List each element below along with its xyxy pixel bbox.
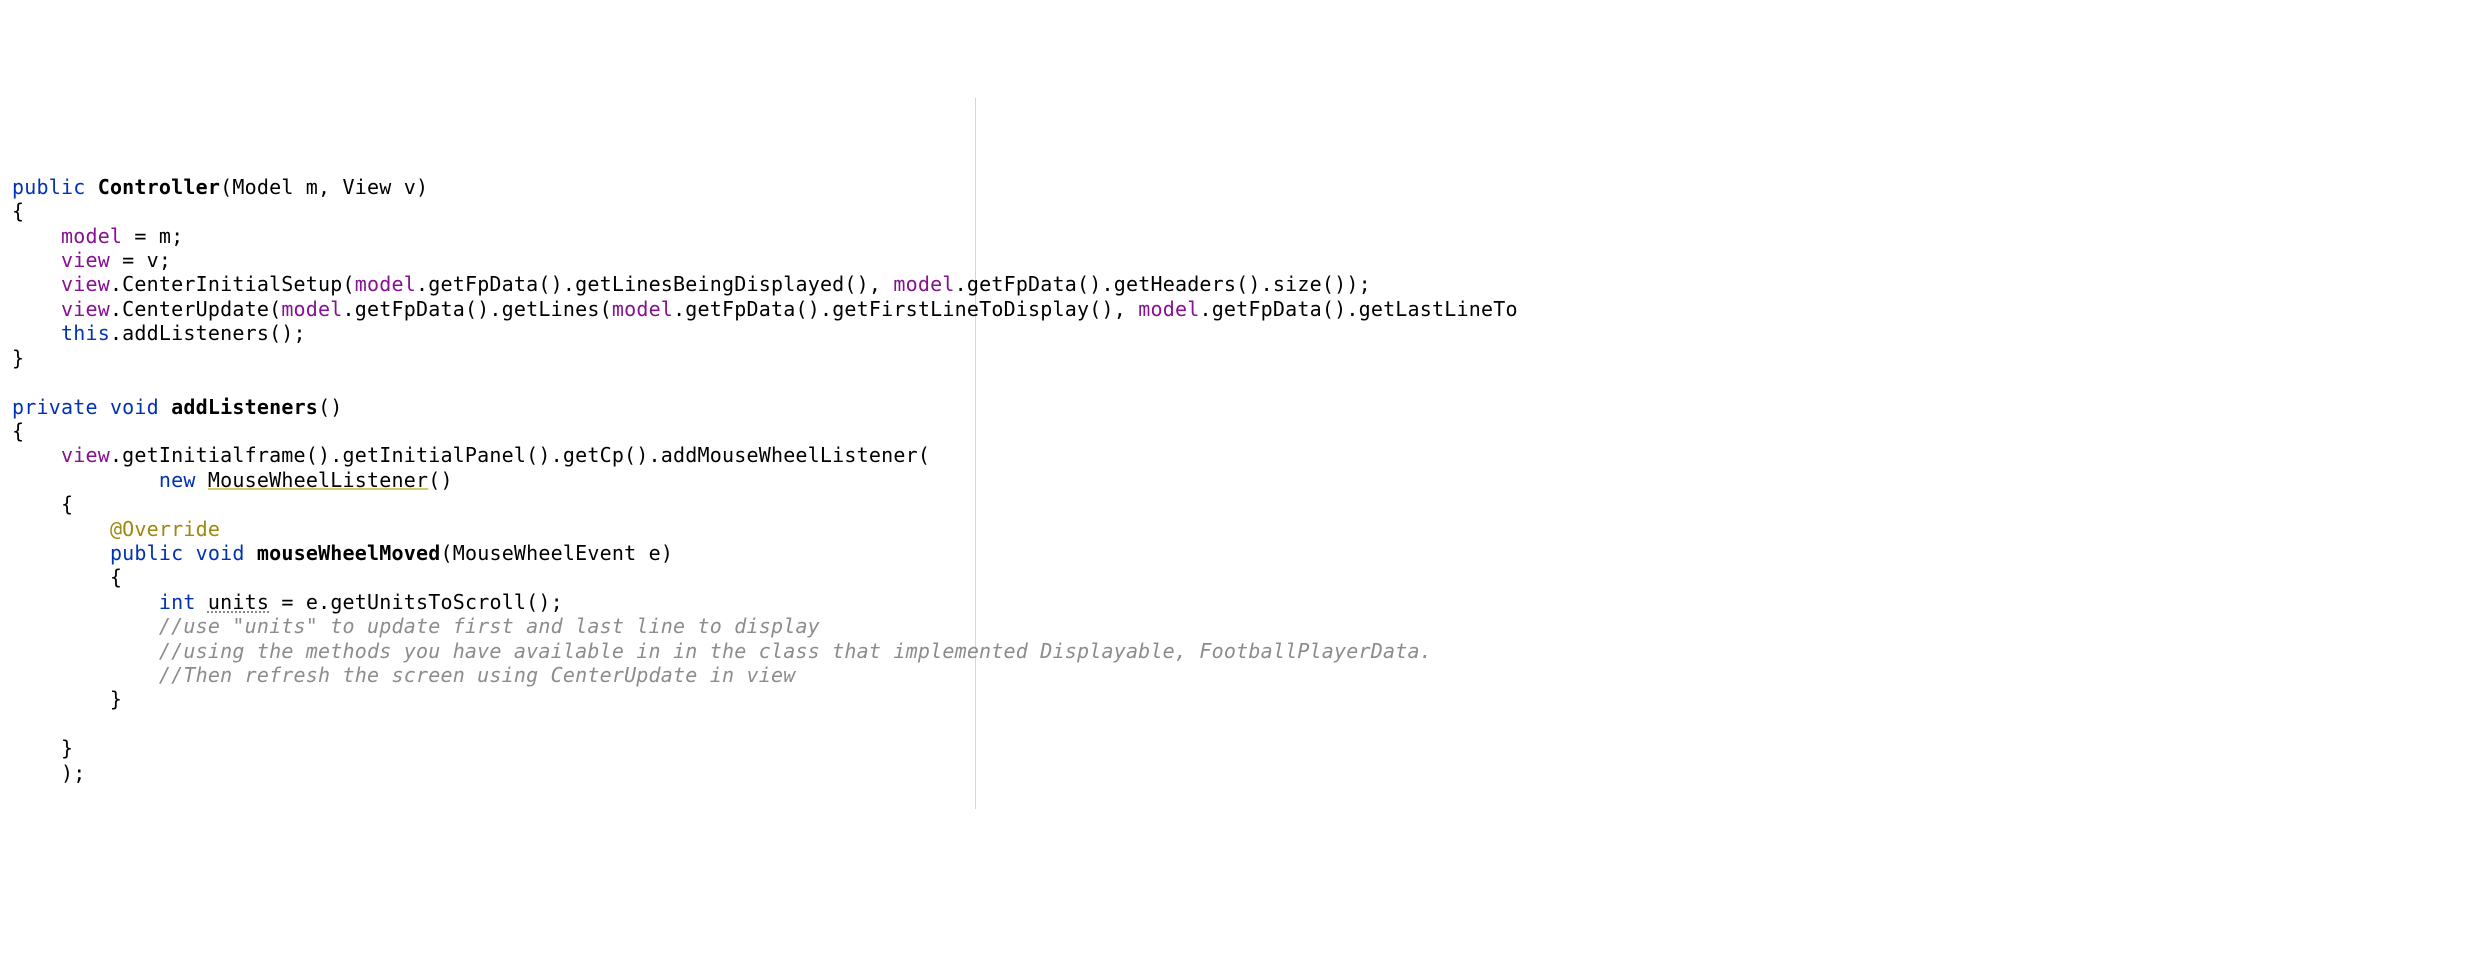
paren-close: ); bbox=[12, 761, 85, 785]
comment: //Then refresh the screen using CenterUp… bbox=[159, 663, 796, 687]
text: .getFpData().getLines( bbox=[343, 297, 612, 321]
field-view: view bbox=[61, 272, 110, 296]
keyword-void: void bbox=[110, 395, 159, 419]
method-name: addListeners bbox=[171, 395, 318, 419]
field-model: model bbox=[893, 272, 954, 296]
method-name: mouseWheelMoved bbox=[257, 541, 441, 565]
keyword-public: public bbox=[110, 541, 183, 565]
text: .getFpData().getLastLineTo bbox=[1199, 297, 1517, 321]
text: .getFpData().getLinesBeingDisplayed(), bbox=[416, 272, 893, 296]
code-editor[interactable]: public Controller(Model m, View v) { mod… bbox=[0, 98, 2472, 810]
text: = e.getUnitsToScroll(); bbox=[269, 590, 563, 614]
brace: } bbox=[12, 687, 122, 711]
keyword-int: int bbox=[159, 590, 196, 614]
field-model: model bbox=[355, 272, 416, 296]
field-view: view bbox=[61, 443, 110, 467]
annotation-override: @Override bbox=[110, 517, 220, 541]
keyword-private: private bbox=[12, 395, 98, 419]
field-view: view bbox=[61, 248, 110, 272]
text: .CenterUpdate( bbox=[110, 297, 281, 321]
text: = v; bbox=[110, 248, 171, 272]
field-model: model bbox=[1138, 297, 1199, 321]
keyword-public: public bbox=[12, 175, 85, 199]
brace: { bbox=[12, 565, 122, 589]
text: .getFpData().getHeaders().size()); bbox=[955, 272, 1371, 296]
constructor-name: Controller bbox=[98, 175, 220, 199]
params: (MouseWheelEvent e) bbox=[440, 541, 673, 565]
text: = m; bbox=[122, 224, 183, 248]
field-model: model bbox=[612, 297, 673, 321]
text: .getFpData().getFirstLineToDisplay(), bbox=[673, 297, 1138, 321]
params: (Model m, View v) bbox=[220, 175, 428, 199]
brace: } bbox=[12, 736, 73, 760]
code-block: public Controller(Model m, View v) { mod… bbox=[12, 175, 2472, 785]
class-ref: MouseWheelListener bbox=[208, 468, 428, 492]
text: .getInitialframe().getInitialPanel().get… bbox=[110, 443, 930, 467]
parens: () bbox=[318, 395, 342, 419]
field-model: model bbox=[281, 297, 342, 321]
local-var: units bbox=[208, 590, 269, 614]
brace: { bbox=[12, 492, 73, 516]
keyword-this: this bbox=[61, 321, 110, 345]
comment: //using the methods you have available i… bbox=[159, 639, 1432, 663]
keyword-void: void bbox=[196, 541, 245, 565]
keyword-new: new bbox=[159, 468, 196, 492]
text: .addListeners(); bbox=[110, 321, 306, 345]
brace: { bbox=[12, 419, 24, 443]
parens: () bbox=[428, 468, 452, 492]
brace: { bbox=[12, 199, 24, 223]
field-view: view bbox=[61, 297, 110, 321]
comment: //use "units" to update first and last l… bbox=[159, 614, 820, 638]
text: .CenterInitialSetup( bbox=[110, 272, 355, 296]
brace: } bbox=[12, 346, 24, 370]
field-model: model bbox=[61, 224, 122, 248]
